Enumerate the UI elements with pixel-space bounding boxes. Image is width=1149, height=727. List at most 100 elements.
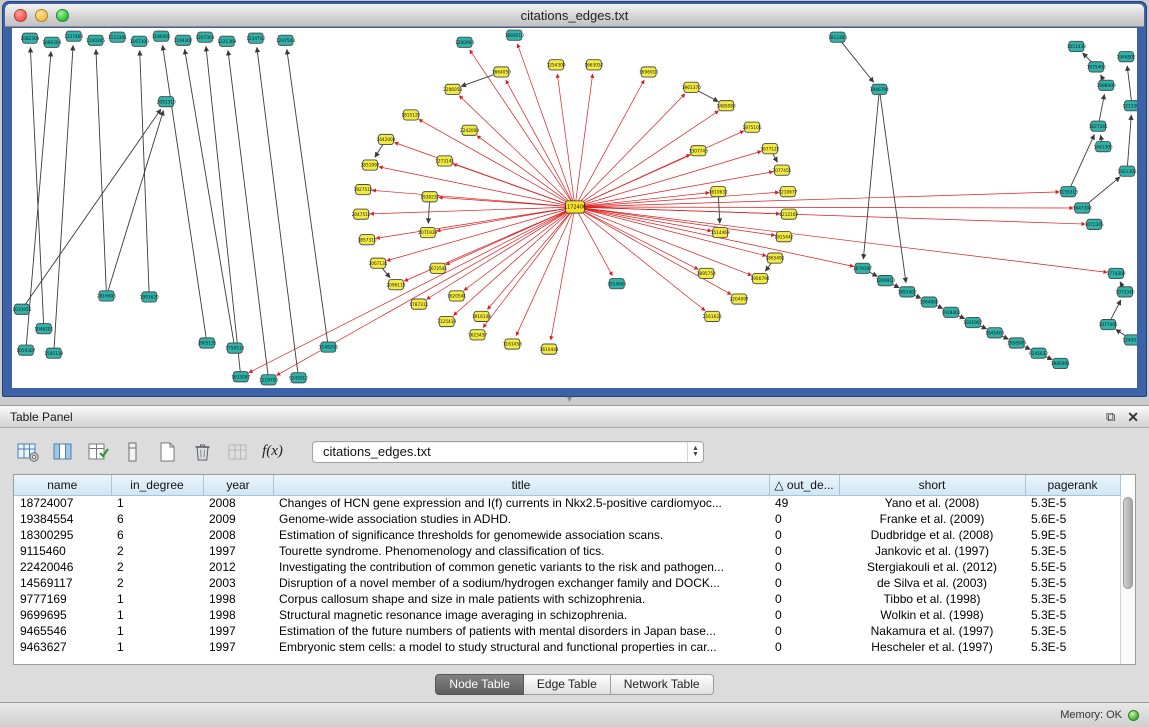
table-row[interactable]: 1456911722003Disruption of a novel membe… (14, 575, 1120, 591)
table-scrollbar-thumb[interactable] (1123, 497, 1133, 589)
table-cell[interactable]: Estimation of the future numbers of pati… (273, 623, 769, 639)
delete-icon[interactable] (189, 439, 216, 464)
graph-node[interactable]: 2851997 (361, 160, 380, 170)
panel-resize-handle[interactable]: ▾ (567, 394, 572, 405)
graph-node[interactable]: 1153301 (108, 32, 127, 42)
table-cell[interactable]: Jankovic et al. (1997) (839, 543, 1025, 559)
graph-node[interactable]: 1033955 (12, 304, 31, 314)
graph-node[interactable]: 2242008 (460, 125, 479, 135)
table-cell[interactable]: 5.3E-5 (1025, 607, 1120, 623)
table-cell[interactable]: 9115460 (14, 543, 111, 559)
graph-node[interactable]: 1221309 (217, 36, 236, 46)
table-cell[interactable]: de Silva et al. (2003) (839, 575, 1025, 591)
graph-node[interactable]: 9245012 (289, 373, 308, 383)
graph-node[interactable]: 1505139 (44, 348, 63, 358)
table-cell[interactable]: 5.3E-5 (1025, 495, 1120, 511)
graph-node[interactable]: 1159318 (1059, 187, 1078, 197)
tab-edge-table[interactable]: Edge Table (524, 674, 611, 695)
table-cell[interactable]: 0 (769, 575, 839, 591)
table-row[interactable]: 911546021997Tourette syndrome. Phenomeno… (14, 543, 1120, 559)
table-row[interactable]: 977716911998Corpus callosum shape and si… (14, 591, 1120, 607)
graph-node[interactable]: 1985901 (1051, 358, 1070, 368)
graph-node[interactable]: 1946802 (1117, 52, 1136, 62)
graph-node[interactable]: 1931907 (963, 317, 982, 327)
table-row[interactable]: 1830029562008Estimation of significance … (14, 527, 1120, 543)
new-file-icon[interactable] (154, 439, 181, 464)
table-cell[interactable]: Embryonic stem cells: a model to study s… (273, 639, 769, 655)
graph-node[interactable]: 7623457 (468, 330, 487, 340)
graph-node[interactable]: 3067131 (369, 258, 388, 268)
table-cell[interactable]: 14569117 (14, 575, 111, 591)
graph-node[interactable]: 1194307 (174, 35, 193, 45)
graph-node[interactable]: 1213307 (1123, 101, 1137, 111)
graph-node[interactable]: 1946794 (870, 84, 889, 94)
graph-node[interactable]: 1895754 (697, 268, 716, 278)
graph-node[interactable]: 1212167 (779, 209, 798, 219)
graph-node[interactable]: 1921303 (1118, 166, 1137, 176)
graph-node[interactable]: 1875105 (743, 122, 762, 132)
table-settings-icon[interactable] (14, 439, 41, 464)
table-cell[interactable]: 18724007 (14, 495, 111, 511)
graph-node[interactable]: 1610444 (540, 344, 559, 354)
graph-node[interactable]: 1774309 (1107, 268, 1126, 278)
column-header-out_degree[interactable]: △ out_de... (769, 475, 839, 495)
table-cell[interactable]: Tibbo et al. (1998) (839, 591, 1025, 607)
table-cell[interactable]: 2 (111, 559, 203, 575)
graph-node[interactable]: 1958909 (1007, 338, 1026, 348)
graph-node[interactable]: 1787311 (409, 299, 428, 309)
table-cell[interactable]: Dudbridge et al. (2008) (839, 527, 1025, 543)
graph-node[interactable]: 1857310 (358, 235, 377, 245)
table-cell[interactable]: 5.6E-5 (1025, 511, 1120, 527)
import-table-icon[interactable] (224, 439, 251, 464)
close-panel-icon[interactable]: ✕ (1127, 410, 1139, 424)
graph-node[interactable]: 1161458 (503, 339, 522, 349)
graph-hub-node[interactable]: 1172406 (564, 201, 586, 213)
table-row[interactable]: 946362711997Embryonic stem cells: a mode… (14, 639, 1120, 655)
table-cell[interactable]: 9463627 (14, 639, 111, 655)
table-row[interactable]: 1872400712008Changes of HCN gene express… (14, 495, 1120, 511)
graph-node[interactable]: 1927513 (354, 184, 373, 194)
graph-node[interactable]: 1663052 (584, 60, 603, 70)
graph-node[interactable]: 1254309 (547, 60, 566, 70)
table-cell[interactable]: 5.3E-5 (1025, 623, 1120, 639)
table-cell[interactable]: 6 (111, 511, 203, 527)
graph-node[interactable]: 9245032 (1029, 348, 1048, 358)
column-header-name[interactable]: name (14, 475, 111, 495)
graph-node[interactable]: 1672541 (428, 263, 447, 273)
column-header-pagerank[interactable]: pagerank (1025, 475, 1120, 495)
table-cell[interactable]: 0 (769, 639, 839, 655)
graph-node[interactable]: 1918401 (941, 307, 960, 317)
float-panel-icon[interactable]: ⧉ (1106, 410, 1115, 423)
network-view-canvas[interactable]: 1172406125430916640502206058181512014420… (12, 28, 1137, 388)
graph-node[interactable]: 1610632 (709, 187, 728, 197)
graph-node[interactable]: 1988909 (1097, 80, 1116, 90)
graph-node[interactable]: 7125419 (437, 316, 456, 326)
table-cell[interactable]: 2008 (203, 527, 273, 543)
table-cell[interactable]: 1 (111, 639, 203, 655)
table-cell[interactable]: 5.3E-5 (1025, 591, 1120, 607)
graph-node[interactable]: 1865491 (765, 253, 784, 263)
graph-node[interactable]: 2206058 (443, 84, 462, 94)
graph-node[interactable]: 1096304 (42, 37, 61, 47)
table-cell[interactable]: Wolkin et al. (1998) (839, 607, 1025, 623)
graph-node[interactable]: 1914845 (607, 279, 626, 289)
table-cell[interactable]: 0 (769, 559, 839, 575)
graph-node[interactable]: 1633087 (231, 372, 250, 382)
graph-node[interactable]: 2905135 (197, 338, 216, 348)
graph-node[interactable]: 1082309 (20, 33, 39, 43)
table-cell[interactable]: 0 (769, 527, 839, 543)
graph-node[interactable]: 1750518 (225, 343, 244, 353)
table-cell[interactable]: 1998 (203, 591, 273, 607)
graph-node[interactable]: 1210677 (778, 187, 797, 197)
graph-node[interactable]: 1247508 (276, 35, 295, 45)
table-cell[interactable]: 1997 (203, 623, 273, 639)
graph-node[interactable]: 1140305 (86, 35, 105, 45)
network-view[interactable]: 1172406125430916640502206058181512014420… (12, 28, 1137, 388)
graph-node[interactable]: 1915442 (774, 232, 793, 242)
graph-node[interactable]: 1180402 (152, 31, 171, 41)
table-cell[interactable]: 2009 (203, 511, 273, 527)
graph-node[interactable]: 2071939 (418, 227, 437, 237)
edit-columns-icon[interactable] (84, 439, 111, 464)
table-cell[interactable]: Investigating the contribution of common… (273, 559, 769, 575)
table-cell[interactable]: 5.5E-5 (1025, 559, 1120, 575)
